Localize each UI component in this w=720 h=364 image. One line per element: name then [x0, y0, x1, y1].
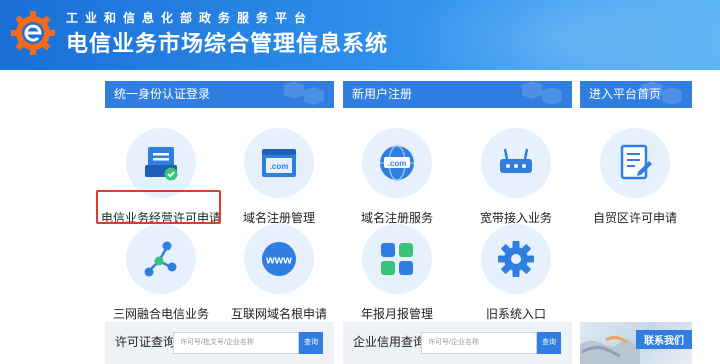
- gear-e-logo-icon: [11, 11, 55, 55]
- globe-com-icon: .com: [380, 145, 414, 181]
- system-title: 电信业务市场综合管理信息系统: [66, 31, 389, 56]
- document-tray-check-icon: [145, 147, 178, 181]
- license-search-input[interactable]: 许可号/批文号/企业名称: [173, 332, 299, 354]
- service-legacy-system-entry[interactable]: 旧系统入口: [456, 224, 576, 322]
- network-nodes-icon: [144, 241, 177, 277]
- browser-com-icon: .com: [262, 149, 296, 177]
- svg-text:www: www: [265, 255, 292, 267]
- document-edit-icon: [620, 144, 652, 180]
- section-label: 统一身份认证登录: [114, 87, 211, 101]
- service-icon-circle: .com: [244, 128, 314, 198]
- service-icon-circle: www: [244, 224, 314, 294]
- handshake-photo-icon: [580, 335, 640, 364]
- service-icon-circle: [362, 224, 432, 294]
- service-domain-registration-management[interactable]: .com 域名注册管理: [219, 128, 339, 226]
- grid-tiles-icon: [381, 243, 413, 275]
- service-icon-circle: [126, 224, 196, 294]
- service-annual-monthly-report[interactable]: 年报月报管理: [337, 224, 457, 322]
- license-search-button[interactable]: 查询: [299, 332, 323, 354]
- service-domain-registration-service[interactable]: .com 域名注册服务: [337, 128, 457, 226]
- service-icon-circle: [126, 128, 196, 198]
- svg-text:.com: .com: [388, 159, 407, 168]
- service-label: 自贸区许可申请: [592, 211, 677, 225]
- credit-search-title: 企业信用查询: [353, 335, 426, 349]
- section-new-user-register[interactable]: 新用户注册: [343, 81, 572, 108]
- credit-search-panel: 企业信用查询 许可号/企业名称 查询: [343, 322, 572, 364]
- service-label: 互联网域名根申请: [230, 307, 327, 321]
- cube-decoration-icon: [522, 81, 562, 105]
- service-ftz-license[interactable]: 自贸区许可申请: [575, 128, 695, 226]
- router-icon: [500, 148, 532, 173]
- cube-decoration-icon: [284, 81, 324, 105]
- service-icon-circle: [481, 128, 551, 198]
- section-enter-homepage[interactable]: 进入平台首页: [580, 81, 692, 108]
- contact-us-banner[interactable]: 联系我们: [580, 322, 692, 364]
- service-label: 旧系统入口: [485, 307, 546, 321]
- service-label: 年报月报管理: [360, 307, 433, 321]
- credit-search-button[interactable]: 查询: [537, 332, 561, 354]
- service-label: 三网融合电信业务: [112, 307, 209, 321]
- service-triple-play-telecom[interactable]: 三网融合电信业务: [101, 224, 221, 322]
- license-search-title: 许可证查询: [115, 335, 176, 349]
- service-broadband-access[interactable]: 宽带接入业务: [456, 128, 576, 226]
- gear-icon: [498, 241, 534, 277]
- contact-us-label: 联系我们: [636, 330, 692, 349]
- service-icon-circle: .com: [362, 128, 432, 198]
- www-icon: www: [262, 242, 296, 276]
- svg-text:.com: .com: [270, 162, 289, 171]
- platform-subtitle: 工业和信息化部政务服务平台: [66, 11, 314, 25]
- selected-service-highlight: [96, 190, 221, 224]
- service-internet-domain-root[interactable]: www 互联网域名根申请: [219, 224, 339, 322]
- service-icon-circle: [600, 128, 670, 198]
- site-header: 工业和信息化部政务服务平台 电信业务市场综合管理信息系统: [0, 0, 720, 70]
- service-icon-circle: [481, 224, 551, 294]
- section-label: 新用户注册: [352, 87, 413, 101]
- credit-search-input[interactable]: 许可号/企业名称: [421, 332, 537, 354]
- license-search-panel: 许可证查询 许可号/批文号/企业名称 查询: [105, 322, 334, 364]
- section-unified-login[interactable]: 统一身份认证登录: [105, 81, 334, 108]
- cube-decoration-icon: [642, 81, 682, 105]
